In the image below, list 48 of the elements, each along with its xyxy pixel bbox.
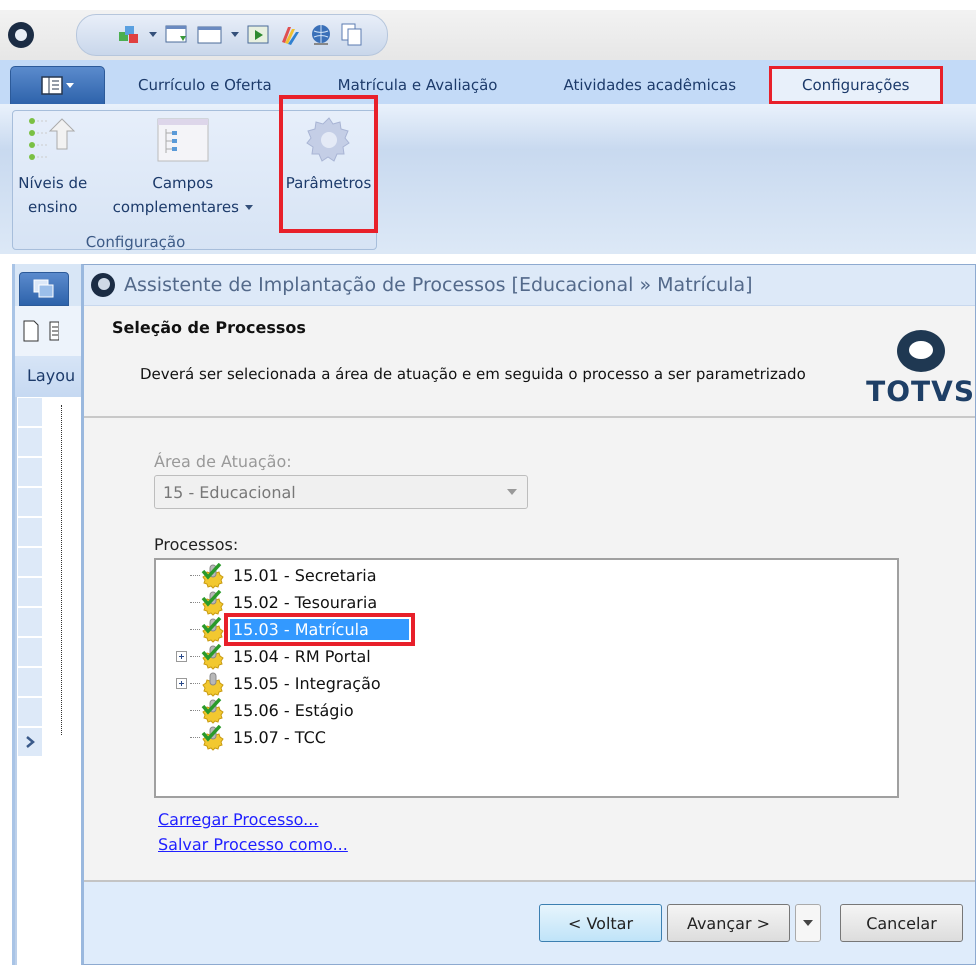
back-button[interactable]: < Voltar <box>539 904 662 942</box>
step-heading: Seleção de Processos <box>112 318 307 337</box>
caret-icon <box>803 920 813 926</box>
document-icon[interactable] <box>23 320 39 342</box>
globe-icon[interactable] <box>309 23 333 47</box>
caret-icon[interactable] <box>231 32 239 38</box>
application-menu-button[interactable] <box>10 66 105 104</box>
color-palette-icon[interactable] <box>279 24 301 46</box>
ribbon-group-label: Configuração <box>84 232 186 253</box>
ribbon-button[interactable]: Campos complementares <box>92 111 274 231</box>
panel-tab-label[interactable]: Layou <box>15 356 81 397</box>
next-button[interactable]: Avançar > <box>667 904 790 942</box>
field-label: Área de Atuação: <box>154 452 292 471</box>
step-description: Deverá ser selecionada a área de atuação e em seguida o processo a ser parametrizado <box>139 365 806 383</box>
caret-icon <box>507 489 517 495</box>
exit-icon[interactable] <box>247 24 271 46</box>
tree-item[interactable]: 15.06 - Estágio <box>230 700 357 721</box>
cancel-button[interactable]: Cancelar <box>840 904 963 942</box>
brand-logo-text: TOTVS <box>866 375 975 408</box>
app-logo-icon[interactable] <box>6 20 36 50</box>
tree-item[interactable]: 15.07 - TCC <box>230 727 329 748</box>
app-logo-icon <box>90 272 116 298</box>
tree-item[interactable]: 15.02 - Tesouraria <box>230 592 380 613</box>
windows-icon <box>33 279 55 299</box>
ribbon-tab[interactable]: Configurações <box>769 66 942 104</box>
cubes-icon[interactable] <box>117 24 141 46</box>
layout-icon <box>40 76 74 96</box>
chevron-right-icon[interactable] <box>25 735 35 749</box>
caret-icon <box>244 205 253 210</box>
dialog-title: Assistente de Implantação de Processos [Educacional » Matrícula] <box>124 274 753 296</box>
report-icon[interactable] <box>49 320 59 342</box>
tree-item[interactable]: 15.05 - Integração <box>230 673 384 694</box>
brand-logo-icon <box>894 329 947 373</box>
expand-icon[interactable] <box>176 651 187 662</box>
window-icon[interactable] <box>197 24 223 46</box>
grid-row-header[interactable] <box>17 727 43 757</box>
tree-item[interactable]: 15.04 - RM Portal <box>230 646 374 667</box>
tree-item[interactable]: 15.01 - Secretaria <box>230 565 380 586</box>
expand-icon[interactable] <box>176 678 187 689</box>
ribbon-button[interactable]: Níveis de ensino <box>13 111 92 231</box>
copy-icon[interactable] <box>341 23 363 47</box>
field-label: Processos: <box>154 535 238 554</box>
ribbon-tab[interactable]: Atividades acadêmicas <box>530 66 770 104</box>
windows-tab[interactable] <box>19 272 69 306</box>
link[interactable]: Carregar Processo... <box>158 810 348 829</box>
dropdown-button[interactable] <box>795 904 821 942</box>
caret-icon[interactable] <box>149 32 157 38</box>
link[interactable]: Salvar Processo como... <box>158 835 348 854</box>
